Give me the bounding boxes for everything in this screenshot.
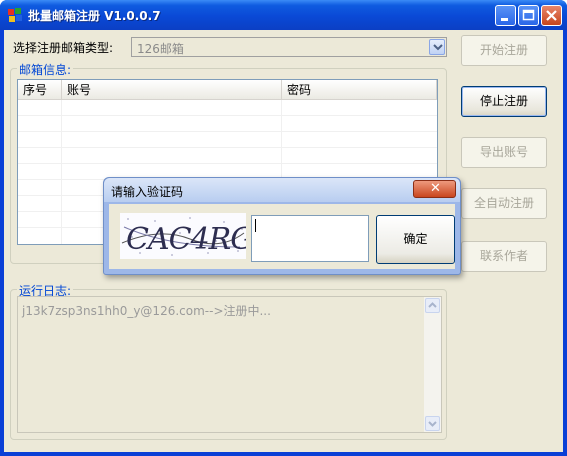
dialog-title-bar[interactable]: 请输入验证码 ✕ — [104, 178, 460, 202]
dialog-close-button[interactable]: ✕ — [413, 180, 456, 198]
scroll-up-icon[interactable] — [425, 298, 440, 313]
captcha-text: CAC4RG — [126, 222, 246, 257]
close-button[interactable] — [541, 5, 562, 26]
chevron-down-icon[interactable] — [429, 39, 445, 55]
dialog-body: CAC4RG 确定 — [109, 204, 455, 269]
mailbox-info-title: 邮箱信息: — [17, 61, 74, 78]
captcha-dialog: 请输入验证码 ✕ CAC4RG 确定 — [103, 177, 461, 275]
table-header: 序号 账号 密码 — [18, 80, 437, 100]
column-header-index[interactable]: 序号 — [18, 80, 62, 100]
close-icon — [546, 10, 557, 21]
mailbox-type-label: 选择注册邮箱类型: — [13, 41, 114, 55]
start-register-button[interactable]: 开始注册 — [461, 35, 547, 66]
mailbox-type-value: 126邮箱 — [137, 42, 184, 56]
mailbox-type-select[interactable]: 126邮箱 — [131, 37, 447, 57]
stop-register-button[interactable]: 停止注册 — [461, 86, 547, 117]
column-header-account[interactable]: 账号 — [62, 80, 282, 100]
contact-author-button[interactable]: 联系作者 — [461, 241, 547, 272]
minimize-button[interactable] — [495, 5, 516, 26]
minimize-icon — [501, 18, 508, 21]
captcha-input[interactable] — [251, 215, 369, 262]
close-icon: ✕ — [430, 181, 441, 196]
export-accounts-button[interactable]: 导出账号 — [461, 137, 547, 168]
table-row — [18, 100, 437, 116]
maximize-button[interactable] — [518, 5, 539, 26]
title-bar[interactable]: 批量邮箱注册 V1.0.0.7 — [0, 0, 567, 30]
table-row — [18, 148, 437, 164]
log-line: j13k7zsp3ns1hh0_y@126.com-->注册中... — [22, 304, 271, 318]
window-title: 批量邮箱注册 V1.0.0.7 — [28, 9, 161, 23]
table-row — [18, 132, 437, 148]
ok-button[interactable]: 确定 — [376, 215, 455, 264]
auto-register-button[interactable]: 全自动注册 — [461, 188, 547, 219]
scroll-down-icon[interactable] — [425, 416, 440, 431]
text-caret — [255, 219, 256, 232]
table-row — [18, 116, 437, 132]
column-header-password[interactable]: 密码 — [282, 80, 437, 100]
app-icon — [8, 8, 22, 22]
maximize-icon — [522, 9, 535, 21]
log-scrollbar[interactable] — [424, 297, 441, 432]
dialog-title: 请输入验证码 — [111, 185, 184, 199]
captcha-image[interactable]: CAC4RG — [120, 213, 246, 259]
log-textbox[interactable]: j13k7zsp3ns1hh0_y@126.com-->注册中... — [17, 296, 442, 433]
